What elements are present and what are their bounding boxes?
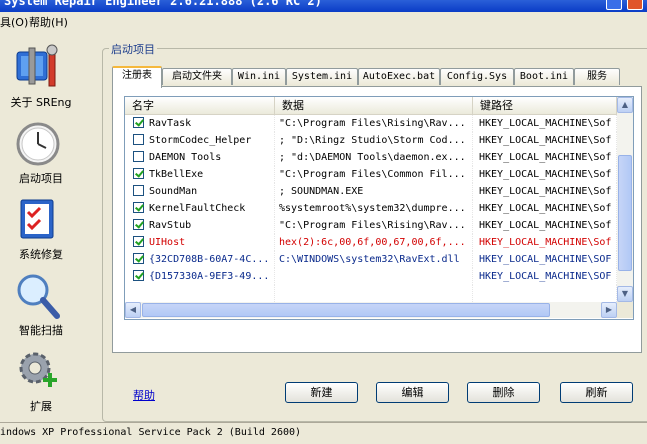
row-name: RavTask (125, 115, 275, 132)
tab-boot-ini[interactable]: Boot.ini (514, 68, 574, 85)
gear-plus-icon (19, 352, 57, 387)
minimize-button[interactable] (606, 0, 622, 10)
row-name: RavStub (125, 217, 275, 234)
menu-tools[interactable]: 具(O) (0, 14, 28, 30)
row-data: ; SOUNDMAN.EXE (275, 183, 473, 200)
row-data: "C:\Program Files\Rising\Rav... (275, 115, 473, 132)
scroll-right-button[interactable]: ▶ (601, 302, 617, 318)
group-title: 启动项目 (109, 41, 157, 57)
row-name: DAEMON Tools (125, 149, 275, 166)
registry-tab-panel: 名字 数据 键路径 RavTask "C:\Program Files\Risin… (112, 86, 642, 353)
list-header: 名字 数据 键路径 (125, 97, 617, 115)
row-path: HKEY_LOCAL_MACHINE\Sof (473, 183, 617, 200)
sidebar: 关于 SREng 启动项目 系统修复 智能扫描 扩展 (0, 32, 82, 422)
magnifier-icon (17, 274, 60, 319)
sidebar-item-label: 扩展 (30, 400, 52, 413)
tools-icon (16, 44, 58, 87)
row-path: HKEY_LOCAL_MACHINE\SOF (473, 268, 617, 285)
row-data: C:\WINDOWS\system32\RavExt.dll (275, 251, 473, 268)
main-content: 启动项目 注册表 启动文件夹 Win.ini System.ini AutoEx… (97, 32, 647, 422)
tab-registry[interactable]: 注册表 (112, 66, 162, 88)
vertical-scroll-thumb[interactable] (618, 155, 632, 271)
tab-system-ini[interactable]: System.ini (286, 68, 358, 85)
row-data (275, 268, 473, 285)
row-name: {D157330A-9EF3-49... (125, 268, 275, 285)
sidebar-item-startup[interactable]: 启动项目 (0, 114, 82, 186)
close-button[interactable] (627, 0, 643, 10)
row-path: HKEY_LOCAL_MACHINE\Sof (473, 115, 617, 132)
row-path: HKEY_LOCAL_MACHINE\Sof (473, 132, 617, 149)
row-path: HKEY_LOCAL_MACHINE\SOF (473, 251, 617, 268)
sidebar-item-about[interactable]: 关于 SREng (0, 38, 82, 110)
row-name: TkBellExe (125, 166, 275, 183)
row-name: UIHost (125, 234, 275, 251)
tab-config-sys[interactable]: Config.Sys (440, 68, 514, 85)
sidebar-item-label: 启动项目 (19, 172, 63, 185)
table-row[interactable]: RavStub "C:\Program Files\Rising\Rav... HK… (125, 217, 617, 234)
horizontal-scrollbar[interactable]: ◀ ▶ (125, 302, 617, 318)
row-path: HKEY_LOCAL_MACHINE\Sof (473, 200, 617, 217)
row-name: {32CD708B-60A7-4C... (125, 251, 275, 268)
row-data: "C:\Program Files\Common Fil... (275, 166, 473, 183)
row-data: %systemroot%\system32\dumpre... (275, 200, 473, 217)
menu-help[interactable]: 帮助(H) (29, 14, 68, 30)
scroll-down-button[interactable]: ▼ (617, 286, 633, 302)
title-bar: System Repair Engineer 2.6.21.888 (2.6 R… (0, 0, 647, 12)
table-row[interactable]: SoundMan; SOUNDMAN.EXE HKEY_LOCAL_MACHINE… (125, 183, 617, 200)
help-link[interactable]: 帮助 (133, 387, 155, 403)
column-header-name[interactable]: 名字 (125, 97, 275, 114)
scrollbar-corner (617, 302, 633, 318)
table-row[interactable]: UIHost hex(2):6c,00,6f,00,67,00,6f,... HKE… (125, 234, 617, 251)
status-text: indows XP Professional Service Pack 2 (B… (0, 427, 302, 438)
row-data: ; "d:\DAEMON Tools\daemon.ex... (275, 149, 473, 166)
row-path: HKEY_LOCAL_MACHINE\Sof (473, 149, 617, 166)
scroll-up-button[interactable]: ▲ (617, 97, 633, 113)
tab-win-ini[interactable]: Win.ini (232, 68, 286, 85)
refresh-button[interactable]: 刷新 (560, 382, 633, 403)
sidebar-item-scan[interactable]: 智能扫描 (0, 266, 82, 338)
table-row[interactable]: {32CD708B-60A7-4C... C:\WINDOWS\system32\… (125, 251, 617, 268)
delete-button[interactable]: 删除 (467, 382, 540, 403)
new-button[interactable]: 新建 (285, 382, 358, 403)
sidebar-item-label: 关于 SREng (10, 96, 72, 109)
table-row[interactable]: DAEMON Tools; "d:\DAEMON Tools\daemon.ex… (125, 149, 617, 166)
row-name: KernelFaultCheck (125, 200, 275, 217)
scroll-left-button[interactable]: ◀ (125, 302, 141, 318)
row-name: SoundMan (125, 183, 275, 200)
row-data: ; "D:\Ringz Studio\Storm Cod... (275, 132, 473, 149)
sidebar-item-extend[interactable]: 扩展 (0, 342, 82, 414)
row-name: StormCodec_Helper (125, 132, 275, 149)
row-path: HKEY_LOCAL_MACHINE\Sof (473, 234, 617, 251)
row-data: "C:\Program Files\Rising\Rav... (275, 217, 473, 234)
sidebar-item-label: 智能扫描 (19, 324, 63, 337)
edit-button[interactable]: 编辑 (376, 382, 449, 403)
sidebar-item-label: 系统修复 (19, 248, 63, 261)
table-row-empty (125, 285, 617, 302)
checklist-icon (20, 199, 54, 239)
row-path: HKEY_LOCAL_MACHINE\Sof (473, 166, 617, 183)
tab-autoexec[interactable]: AutoExec.bat (358, 68, 440, 85)
table-row[interactable]: {D157330A-9EF3-49... HKEY_LOCAL_MACHINE\S… (125, 268, 617, 285)
column-header-path[interactable]: 键路径 (473, 97, 617, 114)
startup-list[interactable]: 名字 数据 键路径 RavTask "C:\Program Files\Risin… (124, 96, 634, 320)
status-bar: indows XP Professional Service Pack 2 (B… (0, 422, 647, 444)
table-row[interactable]: TkBellExe "C:\Program Files\Common Fil...… (125, 166, 617, 183)
menu-bar: 具(O) 帮助(H) (0, 12, 647, 32)
table-row[interactable]: StormCodec_Helper; "D:\Ringz Studio\Stor… (125, 132, 617, 149)
column-header-data[interactable]: 数据 (275, 97, 473, 114)
row-data: hex(2):6c,00,6f,00,67,00,6f,... (275, 234, 473, 251)
tab-services[interactable]: 服务 (574, 68, 620, 85)
tab-startup-folder[interactable]: 启动文件夹 (162, 68, 232, 85)
vertical-scrollbar[interactable]: ▲ ▼ (617, 97, 633, 302)
table-row[interactable]: RavTask "C:\Program Files\Rising\Rav... HK… (125, 115, 617, 132)
horizontal-scroll-thumb[interactable] (142, 303, 550, 317)
row-path: HKEY_LOCAL_MACHINE\Sof (473, 217, 617, 234)
table-row[interactable]: KernelFaultCheck %systemroot%\system32\du… (125, 200, 617, 217)
window-title: System Repair Engineer 2.6.21.888 (2.6 R… (4, 0, 322, 8)
clock-icon (16, 122, 60, 166)
sidebar-item-repair[interactable]: 系统修复 (0, 190, 82, 262)
